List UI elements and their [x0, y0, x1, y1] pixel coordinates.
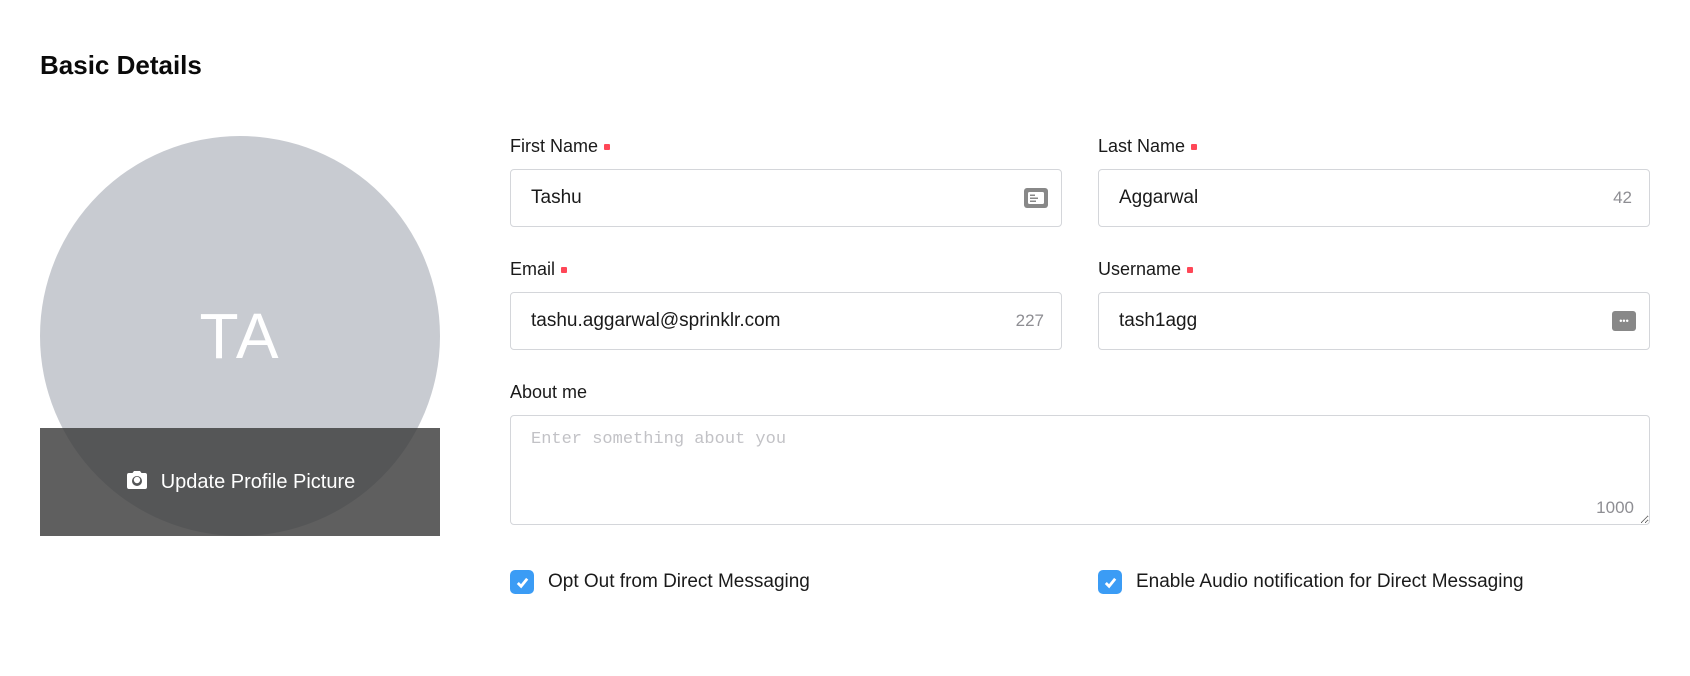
email-label-text: Email — [510, 259, 555, 280]
about-me-textarea-wrapper: 1000 — [510, 415, 1650, 530]
audio-notification-label: Enable Audio notification for Direct Mes… — [1136, 571, 1524, 593]
required-indicator-icon — [1187, 267, 1193, 273]
email-label: Email — [510, 259, 1062, 280]
first-name-label-text: First Name — [510, 136, 598, 157]
last-name-label: Last Name — [1098, 136, 1650, 157]
about-me-textarea[interactable] — [510, 415, 1650, 525]
about-me-label: About me — [510, 382, 1650, 403]
email-field: Email 227 — [510, 259, 1062, 350]
avatar-section: TA Update Profile Picture — [40, 136, 440, 536]
form-row-2: Email 227 Username — [510, 259, 1650, 350]
username-input-wrapper — [1098, 292, 1650, 350]
username-label: Username — [1098, 259, 1650, 280]
last-name-input[interactable] — [1098, 169, 1650, 227]
required-indicator-icon — [1191, 144, 1197, 150]
audio-notification-checkbox[interactable]: Enable Audio notification for Direct Mes… — [1098, 570, 1650, 594]
camera-icon — [125, 468, 149, 497]
username-label-text: Username — [1098, 259, 1181, 280]
required-indicator-icon — [561, 267, 567, 273]
opt-out-label: Opt Out from Direct Messaging — [548, 571, 810, 593]
first-name-field: First Name — [510, 136, 1062, 227]
email-input-wrapper: 227 — [510, 292, 1062, 350]
email-input[interactable] — [510, 292, 1062, 350]
required-indicator-icon — [604, 144, 610, 150]
last-name-label-text: Last Name — [1098, 136, 1185, 157]
first-name-label: First Name — [510, 136, 1062, 157]
checkbox-row: Opt Out from Direct Messaging Enable Aud… — [510, 570, 1650, 594]
username-field: Username — [1098, 259, 1650, 350]
first-name-input[interactable] — [510, 169, 1062, 227]
checkbox-checked-icon — [1098, 570, 1122, 594]
checkbox-checked-icon — [510, 570, 534, 594]
content-container: TA Update Profile Picture First Name — [40, 136, 1650, 594]
last-name-field: Last Name 42 — [1098, 136, 1650, 227]
update-profile-picture-button[interactable]: Update Profile Picture — [40, 428, 440, 536]
page-title: Basic Details — [40, 50, 1650, 81]
form-section: First Name Last Name 42 — [510, 136, 1650, 594]
update-picture-label: Update Profile Picture — [161, 471, 356, 494]
about-me-field: About me 1000 — [510, 382, 1650, 530]
about-me-label-text: About me — [510, 382, 587, 403]
avatar-initials: TA — [199, 299, 280, 373]
opt-out-checkbox[interactable]: Opt Out from Direct Messaging — [510, 570, 1062, 594]
username-input[interactable] — [1098, 292, 1650, 350]
form-row-1: First Name Last Name 42 — [510, 136, 1650, 227]
first-name-input-wrapper — [510, 169, 1062, 227]
last-name-input-wrapper: 42 — [1098, 169, 1650, 227]
